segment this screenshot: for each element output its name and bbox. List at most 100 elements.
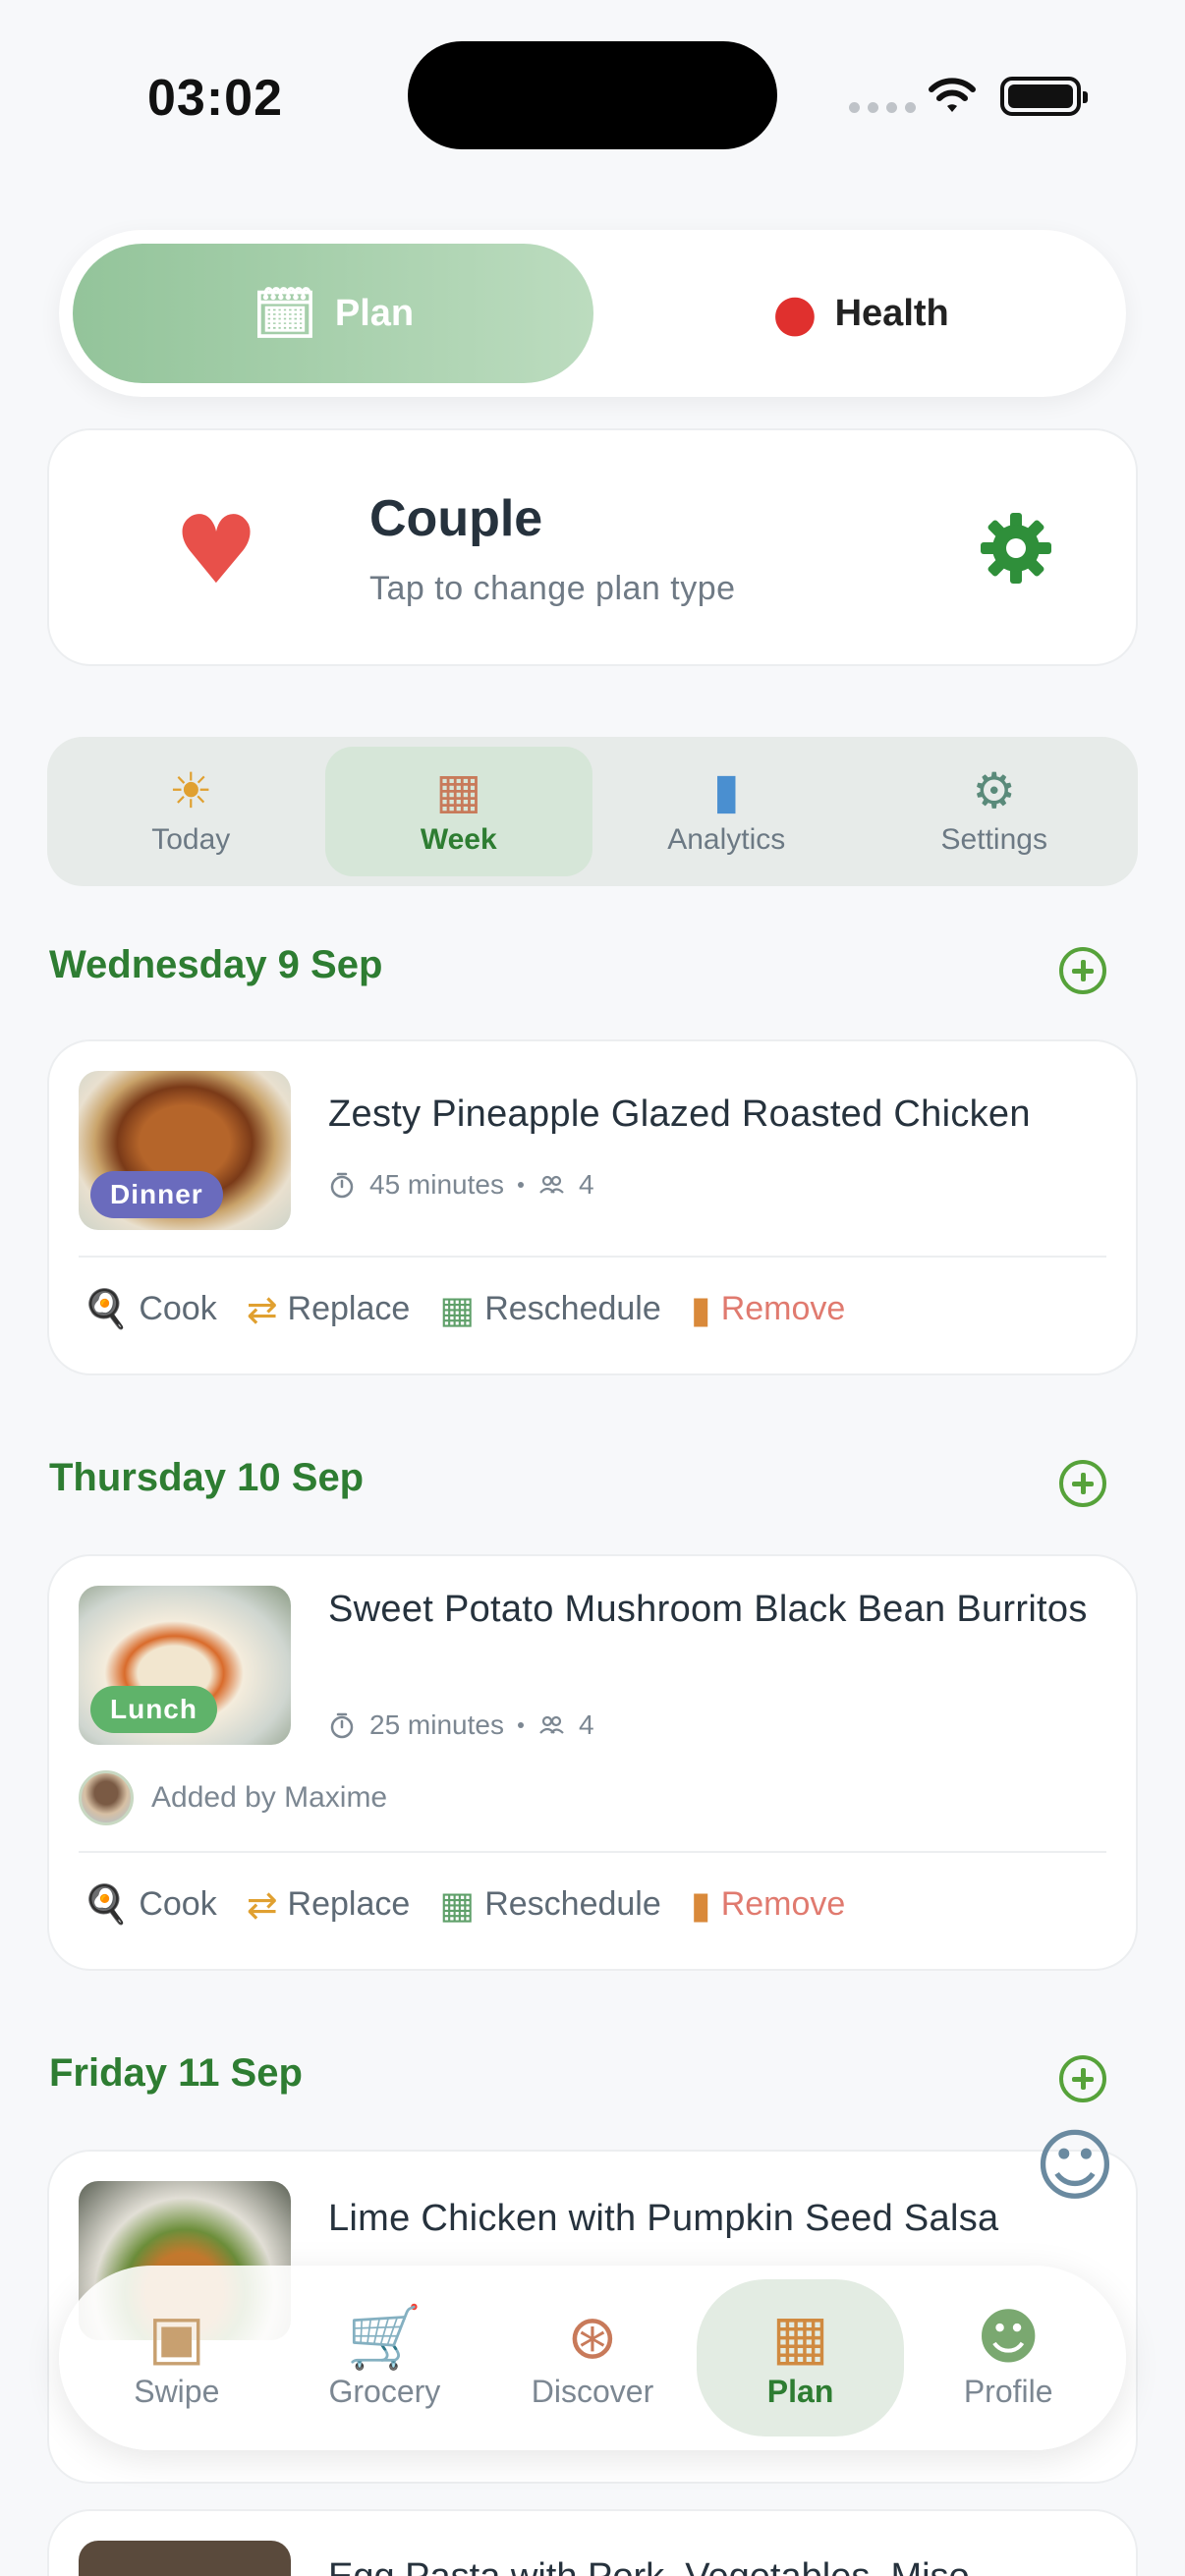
couple-food-icon: ♥ [173, 495, 259, 605]
tab-today[interactable]: ☀ Today [57, 747, 325, 876]
bottom-navigation: ▣ Swipe 🛒 Grocery ⊛ Discover ▦ Plan ☻ Pr… [59, 2266, 1126, 2450]
meal-image [79, 2541, 291, 2576]
cook-button[interactable]: 🍳 Cook [83, 1287, 217, 1331]
replace-icon: ⇄ [246, 1287, 278, 1331]
apple-icon: ● [772, 284, 818, 343]
meal-title: Egg Pasta with Pork, Vegetables, Miso [328, 2556, 970, 2576]
replace-label: Replace [287, 1885, 411, 1923]
mode-toggle: 🗓 Plan ● Health [59, 230, 1126, 397]
divider [79, 1851, 1106, 1853]
meal-title: Sweet Potato Mushroom Black Bean Burrito… [328, 1589, 1088, 1630]
tab-week-label: Week [420, 823, 497, 856]
remove-button[interactable]: ▮ Remove [691, 1882, 846, 1927]
chef-robot-assistant-icon[interactable]: ☺ [1022, 2112, 1128, 2218]
health-mode-button[interactable]: ● Health [609, 244, 1112, 383]
plan-type-subtitle: Tap to change plan type [369, 570, 736, 607]
replace-button[interactable]: ⇄ Replace [247, 1882, 411, 1927]
added-by: Added by Maxime [79, 1770, 387, 1825]
tab-week[interactable]: ▦ Week [324, 747, 592, 876]
remove-label: Remove [720, 1290, 846, 1327]
status-bar: 03:02 [0, 0, 1185, 187]
week-calendar-icon: ▦ [435, 762, 482, 819]
remove-button[interactable]: ▮ Remove [691, 1287, 846, 1331]
meal-type-badge: Dinner [90, 1171, 223, 1218]
meal-title: Zesty Pineapple Glazed Roasted Chicken [328, 1093, 1031, 1135]
nav-grocery[interactable]: 🛒 Grocery [281, 2279, 489, 2436]
calendar-food-icon: 🗓 [252, 284, 317, 344]
replace-icon: ⇄ [246, 1882, 278, 1927]
meta-separator [517, 1722, 524, 1728]
meal-image: Lunch [79, 1586, 291, 1745]
timer-icon [330, 1712, 354, 1739]
calendar-icon: ▦ [439, 1287, 476, 1331]
meal-card[interactable]: Dinner Zesty Pineapple Glazed Roasted Ch… [47, 1039, 1138, 1375]
calendar-icon: ▦ [439, 1882, 476, 1927]
add-meal-button[interactable] [1059, 947, 1106, 994]
meal-image: Dinner [79, 1071, 291, 1230]
trash-icon: ▮ [690, 1882, 711, 1927]
meal-duration: 45 minutes [369, 1169, 504, 1200]
tab-settings-label: Settings [940, 823, 1047, 856]
plan-type-title: Couple [369, 490, 543, 547]
day-header: Friday 11 Sep [49, 2051, 303, 2095]
meal-meta: 25 minutes 4 [328, 1709, 594, 1741]
meal-card[interactable]: Egg Pasta with Pork, Vegetables, Miso [47, 2509, 1138, 2576]
reschedule-button[interactable]: ▦ Reschedule [439, 1882, 660, 1927]
frying-pan-icon: 🍳 [83, 1287, 130, 1330]
divider [79, 1256, 1106, 1258]
meal-actions: 🍳 Cook ⇄ Replace ▦ Reschedule ▮ Remove [83, 1287, 845, 1331]
compass-icon: ⊛ [567, 2300, 618, 2373]
nav-discover-label: Discover [531, 2373, 654, 2409]
meta-separator [517, 1182, 524, 1188]
added-by-label: Added by Maxime [151, 1781, 388, 1814]
nav-plan[interactable]: ▦ Plan [696, 2279, 905, 2436]
settings-gear-icon: ⚙ [972, 762, 1017, 819]
cook-label: Cook [139, 1885, 217, 1923]
nav-discover[interactable]: ⊛ Discover [488, 2279, 697, 2436]
reschedule-button[interactable]: ▦ Reschedule [439, 1287, 660, 1331]
status-time: 03:02 [147, 70, 283, 127]
wifi-icon [929, 78, 976, 112]
swipe-icon: ▣ [147, 2300, 206, 2373]
tab-analytics-label: Analytics [667, 823, 786, 856]
day-header: Wednesday 9 Sep [49, 943, 383, 986]
cook-label: Cook [139, 1290, 217, 1327]
profile-icon: ☻ [976, 2300, 1041, 2373]
replace-label: Replace [287, 1290, 411, 1327]
day-header: Thursday 10 Sep [49, 1456, 365, 1499]
tab-settings[interactable]: ⚙ Settings [861, 747, 1129, 876]
health-mode-label: Health [834, 292, 949, 334]
plan-type-card[interactable]: ♥ Couple Tap to change plan type [47, 428, 1138, 666]
chart-icon: ▮ [712, 762, 740, 819]
tab-analytics[interactable]: ▮ Analytics [592, 747, 861, 876]
trash-icon: ▮ [690, 1287, 711, 1331]
plan-calendar-icon: ▦ [771, 2300, 829, 2373]
nav-swipe[interactable]: ▣ Swipe [73, 2279, 281, 2436]
dynamic-island [408, 41, 777, 149]
meal-servings: 4 [578, 1709, 594, 1740]
replace-button[interactable]: ⇄ Replace [247, 1287, 411, 1331]
frying-pan-icon: 🍳 [83, 1882, 130, 1926]
reschedule-label: Reschedule [484, 1290, 661, 1327]
plan-mode-label: Plan [334, 292, 415, 334]
cellular-signal-icon [849, 102, 916, 113]
meal-duration: 25 minutes [369, 1709, 504, 1740]
meal-servings: 4 [578, 1169, 594, 1200]
nav-grocery-label: Grocery [328, 2373, 441, 2409]
cook-button[interactable]: 🍳 Cook [83, 1882, 217, 1927]
add-meal-button[interactable] [1059, 1460, 1106, 1507]
gear-icon[interactable] [977, 509, 1055, 588]
timer-icon [330, 1172, 354, 1199]
meal-title: Lime Chicken with Pumpkin Seed Salsa [328, 2198, 999, 2239]
add-meal-button[interactable] [1059, 2055, 1106, 2102]
avatar [79, 1770, 134, 1825]
nav-plan-label: Plan [766, 2373, 834, 2409]
grocery-cart-icon: 🛒 [346, 2300, 423, 2373]
plan-mode-button[interactable]: 🗓 Plan [73, 244, 593, 383]
servings-people-icon [539, 1175, 564, 1194]
today-icon: ☀ [168, 762, 213, 819]
view-tabs: ☀ Today ▦ Week ▮ Analytics ⚙ Settings [47, 737, 1138, 886]
nav-profile[interactable]: ☻ Profile [904, 2279, 1112, 2436]
meal-card[interactable]: Lunch Sweet Potato Mushroom Black Bean B… [47, 1554, 1138, 1971]
meal-meta: 45 minutes 4 [328, 1169, 594, 1201]
